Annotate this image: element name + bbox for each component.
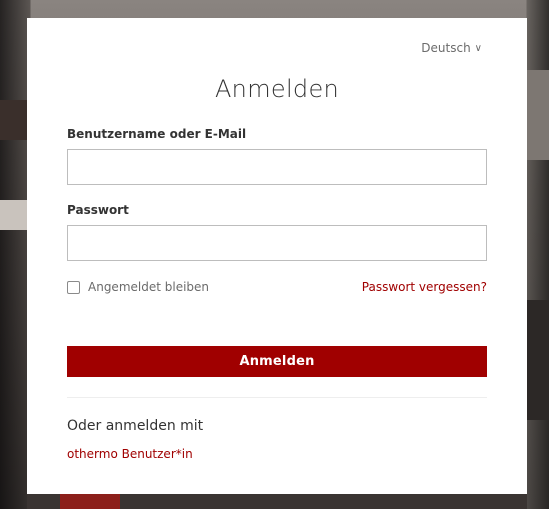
password-label: Passwort xyxy=(67,203,129,217)
alternative-login-heading: Oder anmelden mit xyxy=(67,418,204,434)
divider xyxy=(67,397,487,398)
password-input[interactable] xyxy=(67,225,487,261)
username-label: Benutzername oder E-Mail xyxy=(67,127,247,141)
chevron-down-icon: ∨ xyxy=(474,43,482,54)
page-title: Anmelden xyxy=(214,75,340,103)
forgot-password-link[interactable]: Passwort vergessen? xyxy=(362,280,487,294)
remember-me-checkbox[interactable] xyxy=(67,280,80,294)
background-detail xyxy=(60,494,120,509)
background-detail xyxy=(0,100,27,140)
background-detail xyxy=(527,300,549,420)
background-detail xyxy=(0,200,27,230)
remember-me-option[interactable]: Angemeldet bleiben xyxy=(67,280,209,294)
language-label: Deutsch xyxy=(421,41,471,55)
othermo-login-link[interactable]: othermo Benutzer*in xyxy=(67,447,193,461)
remember-me-label: Angemeldet bleiben xyxy=(88,280,210,294)
login-button[interactable]: Anmelden xyxy=(67,346,487,377)
username-input[interactable] xyxy=(67,149,487,185)
background-detail xyxy=(527,70,549,160)
login-card: Deutsch ∨ Anmelden Benutzername oder E-Ma… xyxy=(27,18,527,494)
language-selector[interactable]: Deutsch ∨ xyxy=(421,41,482,55)
